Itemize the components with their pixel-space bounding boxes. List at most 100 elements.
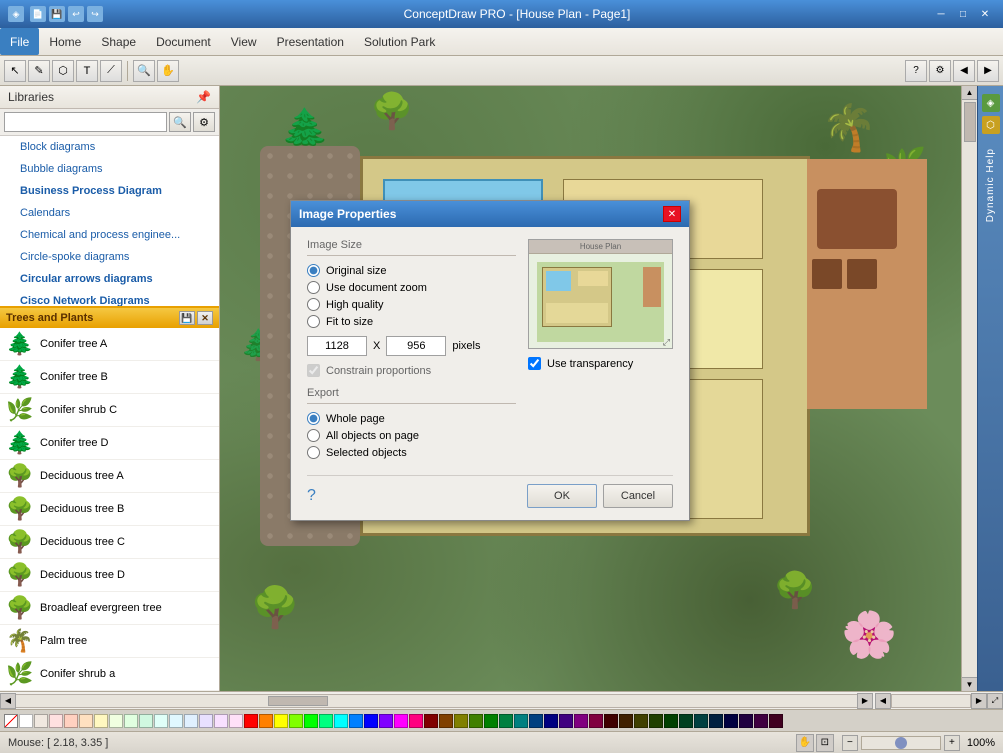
- color-swatch[interactable]: [664, 714, 678, 728]
- new-doc-icon[interactable]: 📄: [30, 6, 46, 22]
- color-swatch[interactable]: [589, 714, 603, 728]
- search-button[interactable]: 🔍: [169, 112, 191, 132]
- zoom-thumb[interactable]: [895, 737, 907, 749]
- no-color-swatch[interactable]: [4, 714, 18, 728]
- color-swatch[interactable]: [754, 714, 768, 728]
- color-swatch[interactable]: [544, 714, 558, 728]
- minimize-button[interactable]: ─: [931, 5, 951, 23]
- undo-icon[interactable]: ↩: [68, 6, 84, 22]
- library-item[interactable]: Business Process Diagram: [0, 180, 219, 202]
- toolbar-btn-4[interactable]: T: [76, 60, 98, 82]
- color-swatch[interactable]: [304, 714, 318, 728]
- color-swatch[interactable]: [559, 714, 573, 728]
- constrain-checkbox[interactable]: [307, 364, 320, 377]
- zoom-out-btn[interactable]: −: [842, 735, 858, 751]
- color-swatch[interactable]: [199, 714, 213, 728]
- color-swatch[interactable]: [454, 714, 468, 728]
- library-item[interactable]: Calendars: [0, 202, 219, 224]
- color-swatch[interactable]: [514, 714, 528, 728]
- save-icon[interactable]: 💾: [49, 6, 65, 22]
- toolbar-btn-2[interactable]: ✎: [28, 60, 50, 82]
- scroll-down-btn[interactable]: ▼: [962, 677, 977, 691]
- tree-list-item[interactable]: 🌲Conifer tree D: [0, 427, 219, 460]
- color-swatch[interactable]: [499, 714, 513, 728]
- radio-whole-page[interactable]: Whole page: [307, 412, 516, 425]
- ok-button[interactable]: OK: [527, 484, 597, 508]
- tree-list-item[interactable]: 🌳Deciduous tree C: [0, 526, 219, 559]
- radio-fit-input[interactable]: [307, 315, 320, 328]
- toolbar-settings[interactable]: ⚙: [929, 60, 951, 82]
- radio-selected-objects[interactable]: Selected objects: [307, 446, 516, 459]
- color-swatch[interactable]: [319, 714, 333, 728]
- color-swatch[interactable]: [379, 714, 393, 728]
- menu-solution-park[interactable]: Solution Park: [354, 28, 445, 55]
- color-swatch[interactable]: [769, 714, 783, 728]
- color-swatch[interactable]: [334, 714, 348, 728]
- tree-list-item[interactable]: 🌳Deciduous tree A: [0, 460, 219, 493]
- color-swatch[interactable]: [619, 714, 633, 728]
- color-swatch[interactable]: [424, 714, 438, 728]
- color-swatch[interactable]: [394, 714, 408, 728]
- toolbar-btn-5[interactable]: ⟋: [100, 60, 122, 82]
- color-swatch[interactable]: [349, 714, 363, 728]
- trees-close-btn[interactable]: ✕: [197, 311, 213, 325]
- transparency-checkbox[interactable]: [528, 357, 541, 370]
- radio-all-objects[interactable]: All objects on page: [307, 429, 516, 442]
- color-swatch[interactable]: [604, 714, 618, 728]
- toolbar-btn-3[interactable]: ⬡: [52, 60, 74, 82]
- library-item[interactable]: Bubble diagrams: [0, 158, 219, 180]
- menu-view[interactable]: View: [221, 28, 267, 55]
- h-scroll-thumb[interactable]: [268, 696, 328, 706]
- color-swatch[interactable]: [439, 714, 453, 728]
- close-button[interactable]: ✕: [975, 5, 995, 23]
- color-swatch[interactable]: [724, 714, 738, 728]
- radio-fit-to-size[interactable]: Fit to size: [307, 315, 516, 328]
- zoom-fit-btn[interactable]: ⊡: [816, 734, 834, 752]
- tree-list-item[interactable]: 🌳Deciduous tree B: [0, 493, 219, 526]
- preview-expand-icon[interactable]: ⤢: [663, 337, 670, 348]
- tree-list-item[interactable]: 🌿Conifer shrub C: [0, 394, 219, 427]
- toolbar-help[interactable]: ?: [905, 60, 927, 82]
- page-next[interactable]: ▶: [971, 693, 987, 709]
- radio-hq-input[interactable]: [307, 298, 320, 311]
- radio-document-zoom[interactable]: Use document zoom: [307, 281, 516, 294]
- dialog-close-button[interactable]: ✕: [663, 206, 681, 222]
- radio-original-input[interactable]: [307, 264, 320, 277]
- color-swatch[interactable]: [469, 714, 483, 728]
- color-swatch[interactable]: [124, 714, 138, 728]
- redo-icon[interactable]: ↪: [87, 6, 103, 22]
- color-swatch[interactable]: [109, 714, 123, 728]
- color-swatch[interactable]: [244, 714, 258, 728]
- tree-list-item[interactable]: 🌲Conifer tree B: [0, 361, 219, 394]
- tree-list-item[interactable]: 🌳Broadleaf evergreen tree: [0, 592, 219, 625]
- toolbar-hand[interactable]: ✋: [157, 60, 179, 82]
- color-swatch[interactable]: [634, 714, 648, 728]
- color-swatch[interactable]: [274, 714, 288, 728]
- toolbar-btn-1[interactable]: ↖: [4, 60, 26, 82]
- right-panel-btn-2[interactable]: ⬡: [982, 116, 1000, 134]
- color-swatch[interactable]: [649, 714, 663, 728]
- color-swatch[interactable]: [94, 714, 108, 728]
- radio-original-size[interactable]: Original size: [307, 264, 516, 277]
- color-swatch[interactable]: [679, 714, 693, 728]
- vertical-scrollbar[interactable]: ▲ ▼: [961, 86, 977, 691]
- library-item[interactable]: Circular arrows diagrams: [0, 268, 219, 290]
- library-item[interactable]: Block diagrams: [0, 136, 219, 158]
- radio-high-quality[interactable]: High quality: [307, 298, 516, 311]
- scroll-thumb[interactable]: [964, 102, 976, 142]
- zoom-in-btn[interactable]: +: [944, 735, 960, 751]
- toolbar-nav-back[interactable]: ◀: [953, 60, 975, 82]
- filter-button[interactable]: ⚙: [193, 112, 215, 132]
- help-icon[interactable]: ?: [307, 487, 316, 505]
- library-item[interactable]: Circle-spoke diagrams: [0, 246, 219, 268]
- menu-file[interactable]: File: [0, 28, 39, 55]
- color-swatch[interactable]: [19, 714, 33, 728]
- color-swatch[interactable]: [214, 714, 228, 728]
- scroll-left-btn[interactable]: ◀: [0, 693, 16, 709]
- tree-list-item[interactable]: 🌲Conifer tree A: [0, 328, 219, 361]
- toolbar-nav-fwd[interactable]: ▶: [977, 60, 999, 82]
- tree-list-item[interactable]: 🌴Palm tree: [0, 625, 219, 658]
- color-swatch[interactable]: [229, 714, 243, 728]
- color-swatch[interactable]: [574, 714, 588, 728]
- menu-home[interactable]: Home: [39, 28, 91, 55]
